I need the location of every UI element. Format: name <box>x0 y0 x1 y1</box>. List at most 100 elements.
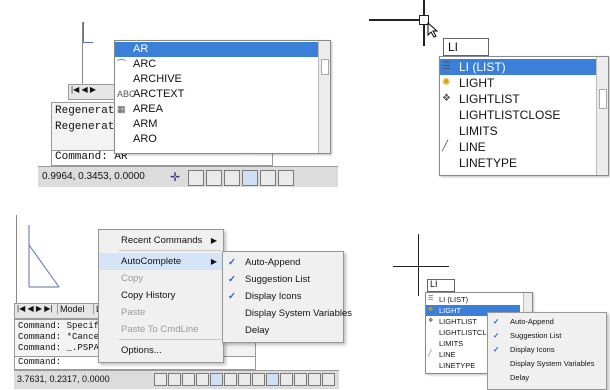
suggestion-item[interactable]: ☰ LI (LIST) <box>440 59 596 75</box>
menu-item-label: Paste To CmdLine <box>121 324 199 335</box>
autocomplete-submenu[interactable]: ✓ Auto-Append ✓ Suggestion List ✓ Display Ico… <box>222 251 352 343</box>
dynamic-input-value: LI <box>448 40 459 54</box>
menu-item[interactable]: Copy History <box>99 287 223 304</box>
polar-button[interactable] <box>196 373 209 386</box>
suggestion-item[interactable]: ⌒ ARC <box>115 57 318 72</box>
suggestion-label: LINE <box>439 350 456 359</box>
grid-button[interactable] <box>188 170 204 186</box>
history-line: Regenerat <box>55 105 115 117</box>
tpy-button[interactable] <box>280 373 293 386</box>
ortho-button[interactable] <box>182 373 195 386</box>
submenu-item[interactable]: Display System Variables <box>488 357 606 371</box>
menu-item-label: AutoComplete <box>121 256 182 267</box>
menu-item[interactable]: Recent Commands ▶ <box>99 232 223 249</box>
suggestion-label: LIGHTLIST <box>459 92 520 106</box>
coordinate-readout: 3.7631, 0.2317, 0.0000 <box>17 374 110 384</box>
suggestion-item[interactable]: ARM <box>115 117 318 132</box>
suggestion-label: AR <box>133 43 149 55</box>
command-line-context-menu[interactable]: Recent Commands ▶ AutoComplete ▶ Copy Copy Hi… <box>98 229 224 363</box>
menu-separator <box>119 339 221 340</box>
lightlist-icon: ❖ <box>442 93 451 104</box>
suggestion-item[interactable]: AR <box>115 42 318 57</box>
menu-item-label: Auto-Append <box>245 257 301 268</box>
submenu-item[interactable]: ✓ Display Icons <box>488 343 606 357</box>
suggestion-item[interactable]: LINETYPE <box>440 155 596 171</box>
tab-model[interactable]: Model <box>57 304 85 314</box>
submenu-item[interactable]: ✓ Display Icons <box>223 288 343 305</box>
drawing-area[interactable] <box>16 215 107 303</box>
dynamic-input-value: LI <box>430 279 438 289</box>
dyn-button[interactable] <box>278 170 294 186</box>
suggestion-item[interactable]: ▦ AREA <box>115 102 318 117</box>
qp-button[interactable] <box>294 373 307 386</box>
otrack-button[interactable] <box>260 170 276 186</box>
osnap-button[interactable] <box>210 373 223 386</box>
ducs-button[interactable] <box>238 373 251 386</box>
suggestion-item[interactable]: ╱ LINE <box>440 139 596 155</box>
submenu-item[interactable]: ✓ Auto-Append <box>223 254 343 271</box>
suggestion-item[interactable]: ❖ LIGHTLIST <box>440 91 596 107</box>
grid-button[interactable] <box>168 373 181 386</box>
ortho-button[interactable] <box>206 170 222 186</box>
panel-autocomplete-ar: |◀ ◀ ▶ Regenerat Regenerat Command: AR 0… <box>38 22 338 187</box>
suggestion-label: LIGHTLIST <box>439 317 477 326</box>
check-icon: ✓ <box>228 257 236 268</box>
menu-item[interactable]: Paste <box>99 304 223 321</box>
suggestion-label: LIGHT <box>459 76 495 90</box>
autocomplete-submenu[interactable]: ✓ Auto-Append ✓ Suggestion List ✓ Display Ico… <box>487 312 607 390</box>
otrack-button[interactable] <box>224 373 237 386</box>
coordinate-readout: 0.9964, 0.3453, 0.0000 <box>42 171 145 182</box>
array-icon <box>117 42 130 55</box>
menu-item[interactable]: Copy <box>99 270 223 287</box>
submenu-item[interactable]: Delay <box>488 371 606 385</box>
menu-item-label: Display Icons <box>510 345 555 354</box>
suggestion-item[interactable]: ABC ARCTEXT <box>115 87 318 102</box>
area-icon: ▦ <box>117 104 126 114</box>
submenu-item[interactable]: Delay <box>223 322 343 339</box>
dyn-button[interactable] <box>252 373 265 386</box>
suggestion-label: LIGHTLISTCLOSE <box>459 108 561 122</box>
polar-button[interactable] <box>224 170 240 186</box>
status-bar: 3.7631, 0.2317, 0.0000 <box>14 370 339 389</box>
suggestion-label: ARC <box>133 58 157 70</box>
osnap-button[interactable] <box>242 170 258 186</box>
list-scrollbar[interactable] <box>318 41 330 153</box>
limits-icon <box>442 123 455 136</box>
suggestion-item[interactable]: LIGHTLISTCLOSE <box>440 107 596 123</box>
snap-icon[interactable]: ✛ <box>170 170 180 184</box>
snap-button[interactable] <box>154 373 167 386</box>
arc-icon: ⌒ <box>117 59 127 69</box>
suggestion-item[interactable]: LIMITS <box>440 123 596 139</box>
menu-item-label: Copy <box>121 273 144 284</box>
suggestion-item[interactable]: ✺ LIGHT <box>440 75 596 91</box>
menu-item[interactable]: AutoComplete ▶ <box>99 253 223 270</box>
autocomplete-list[interactable]: ☰ LI (LIST) ✺ LIGHT ❖ LIGHTLIST LIGHTLISTCLOSE… <box>439 56 609 176</box>
submenu-item[interactable]: Display System Variables <box>223 305 352 322</box>
suggestion-item[interactable]: ☰ LI (LIST) <box>426 294 520 305</box>
menu-item-label: Copy History <box>121 290 176 301</box>
sc-button[interactable] <box>308 373 321 386</box>
dynamic-input[interactable]: LI <box>443 38 489 56</box>
submenu-item[interactable]: ✓ Suggestion List <box>488 329 606 343</box>
suggestion-item[interactable]: ARO <box>115 132 318 147</box>
submenu-item[interactable]: ✓ Suggestion List <box>223 271 343 288</box>
linetype-icon <box>428 360 441 373</box>
am-button[interactable] <box>322 373 335 386</box>
suggestion-label: ARCTEXT <box>133 88 185 100</box>
light-icon: ✺ <box>442 77 451 88</box>
autocomplete-list[interactable]: AR ⌒ ARC ARCHIVE ABC ARCTEXT ▦ AREA ARM ARO <box>114 40 331 154</box>
submenu-arrow-icon: ▶ <box>210 257 217 266</box>
dynamic-input[interactable]: LI <box>427 279 455 292</box>
status-bar: 0.9964, 0.3453, 0.0000 ✛ <box>38 166 338 187</box>
lwt-button[interactable] <box>266 373 279 386</box>
suggestion-label: LIMITS <box>459 124 498 138</box>
submenu-item[interactable]: ✓ Auto-Append <box>488 315 606 329</box>
linetype-icon <box>442 155 455 168</box>
menu-item[interactable]: Paste To CmdLine <box>99 321 223 338</box>
list-scrollbar[interactable] <box>596 57 608 175</box>
menu-item[interactable]: Options... <box>99 342 223 359</box>
panel-autocomplete-submenu: LI ☰ LI (LIST) ✺ LIGHT ❖ LIGHTLIST LIGHTLISTCL… <box>385 232 610 390</box>
suggestion-item[interactable]: ARCHIVE <box>115 72 318 87</box>
lightlistclose-icon <box>442 107 455 120</box>
arm-icon <box>117 117 130 130</box>
